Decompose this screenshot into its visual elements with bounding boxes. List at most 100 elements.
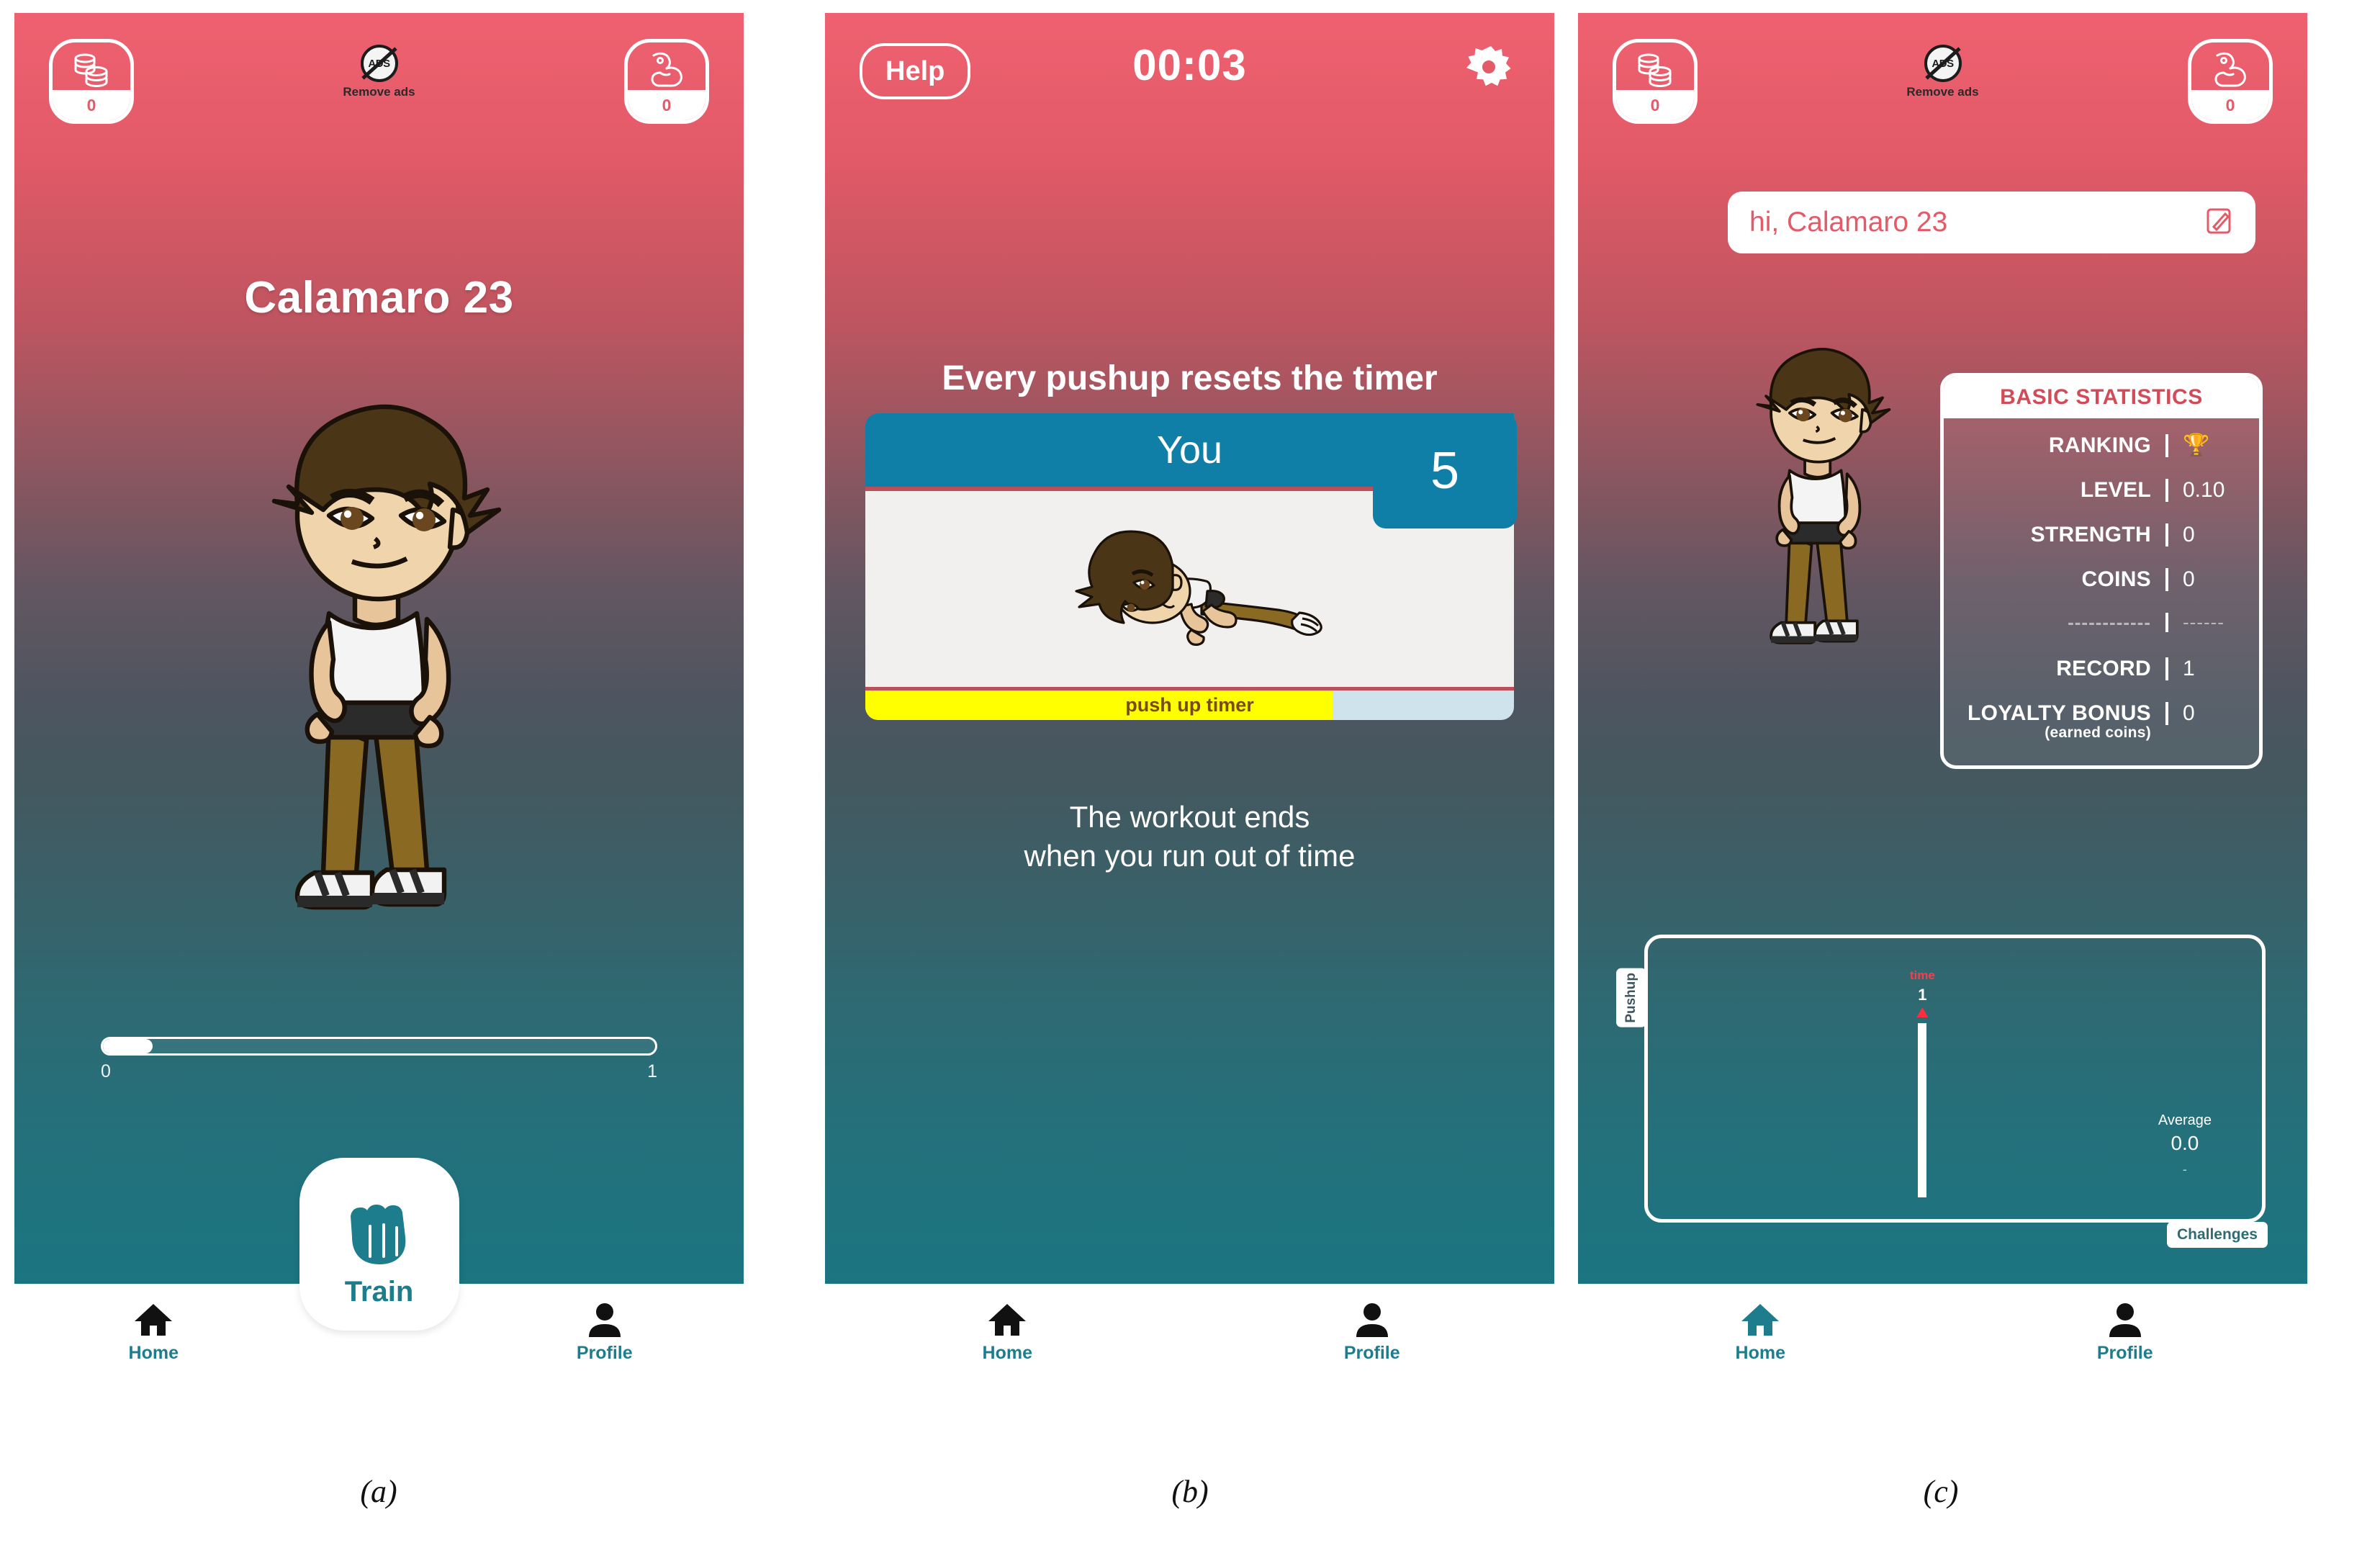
- workout-headline: Every pushup resets the timer: [942, 359, 1438, 397]
- chart-marker-icon: [1916, 1007, 1929, 1017]
- biceps-icon: [628, 42, 706, 97]
- workout-subcopy: The workout ends when you run out of tim…: [825, 798, 1554, 876]
- chart-tab-challenges[interactable]: Challenges: [2166, 1222, 2268, 1248]
- counter-header: You 5: [865, 413, 1517, 528]
- biceps-icon: [2191, 42, 2269, 97]
- chart-data-label: 1: [1918, 986, 1927, 1004]
- chart-plot-area: time 1 Average 0.0 -: [1648, 938, 2262, 1219]
- chart-average-value: 0.0: [2171, 1132, 2199, 1154]
- gear-icon: [1466, 46, 1511, 86]
- profile-icon: [588, 1303, 621, 1337]
- subcopy-line-1: The workout ends: [1069, 800, 1310, 834]
- stat-label-main: LOYALTY BONUS: [1967, 701, 2151, 725]
- stat-row-divider: ------------ ------: [1944, 611, 2259, 657]
- nav-item-home[interactable]: Home: [14, 1301, 293, 1364]
- stat-label: STRENGTH: [2030, 523, 2151, 546]
- bottom-navigation: Home Profile: [825, 1284, 1554, 1381]
- stats-title: BASIC STATISTICS: [1944, 377, 2259, 418]
- stat-row: COINS 0: [1944, 568, 2259, 613]
- train-button[interactable]: Train: [299, 1158, 459, 1331]
- greeting-text: hi, Calamaro 23: [1749, 207, 1948, 238]
- figure-caption-b: (b): [1171, 1474, 1209, 1509]
- coin-stack-icon: [53, 42, 130, 97]
- stat-label: LOYALTY BONUS (earned coins): [1944, 702, 2165, 741]
- stat-divider-left: ------------: [2068, 611, 2151, 633]
- subcopy-line-2: when you run out of time: [1024, 838, 1356, 873]
- character-avatar: [1722, 323, 1916, 683]
- settings-button[interactable]: [1465, 43, 1513, 94]
- progress-track[interactable]: [101, 1037, 657, 1056]
- character-avatar: [214, 366, 545, 971]
- chart-bar: [1918, 1023, 1927, 1197]
- stat-row: RECORD 1: [1944, 657, 2259, 702]
- home-icon: [1741, 1304, 1780, 1336]
- home-icon: [135, 1304, 173, 1336]
- workout-timer: 00:03: [1132, 41, 1247, 89]
- screen-workout: Help 00:03 Every pushup resets the timer…: [825, 13, 1554, 1381]
- coins-chip[interactable]: 0: [49, 39, 134, 124]
- pushup-chart: Pushup time 1 Average 0.0 - Challenges: [1616, 935, 2268, 1248]
- nav-label-home: Home: [1735, 1343, 1785, 1363]
- nav-item-home[interactable]: Home: [825, 1301, 1190, 1364]
- nav-label-profile: Profile: [576, 1343, 633, 1363]
- stat-label: RANKING: [2048, 433, 2151, 457]
- pushup-timer-caption: push up timer: [1125, 694, 1254, 716]
- nav-label-home: Home: [128, 1343, 179, 1363]
- nav-item-profile[interactable]: Profile: [466, 1301, 744, 1364]
- nav-label-home: Home: [982, 1343, 1032, 1363]
- profile-icon: [2109, 1303, 2141, 1337]
- stat-value: 0: [2165, 568, 2259, 591]
- hud-bar: 0 ADS Remove ads 0: [1578, 13, 2307, 179]
- stat-divider-right: ------: [2165, 612, 2259, 633]
- nav-label-profile: Profile: [1343, 1343, 1400, 1363]
- greeting-bar[interactable]: hi, Calamaro 23: [1728, 192, 2255, 253]
- strength-value: 0: [2191, 90, 2269, 120]
- home-icon: [988, 1304, 1027, 1336]
- coins-value: 0: [53, 90, 130, 120]
- coins-value: 0: [1616, 90, 1694, 120]
- character-pushup-pose: [1074, 530, 1322, 646]
- screen-profile: 0 ADS Remove ads 0 hi, Calamaro 23 BASIC…: [1578, 13, 2307, 1381]
- stat-row: LEVEL 0.10: [1944, 479, 2259, 523]
- remove-ads-button[interactable]: ADS Remove ads: [307, 45, 451, 99]
- chart-average-annotation: Average 0.0 -: [2158, 1112, 2212, 1177]
- nav-label-profile: Profile: [2096, 1343, 2153, 1363]
- edit-pencil-icon[interactable]: [2205, 207, 2234, 239]
- stats-rows: RANKING 🏆 LEVEL 0.10 STRENGTH 0 COINS 0 …: [1944, 418, 2259, 765]
- basic-statistics-card: BASIC STATISTICS RANKING 🏆 LEVEL 0.10 ST…: [1940, 373, 2263, 769]
- strength-chip[interactable]: 0: [2188, 39, 2273, 124]
- page-title: Calamaro 23: [244, 273, 514, 323]
- bottom-navigation: Home Profile: [1578, 1284, 2307, 1381]
- screen-home: 0 ADS Remove ads 0 Calamaro 23 0 1 Train…: [14, 13, 744, 1381]
- chart-bar-item: time 1: [1910, 968, 1935, 1197]
- stat-value: 0: [2165, 702, 2259, 725]
- pushup-counter-card: You 5 push up timer: [865, 413, 1517, 746]
- stat-value: 🏆: [2165, 434, 2259, 457]
- progress-labels: 0 1: [101, 1061, 657, 1082]
- remove-ads-label: Remove ads: [1906, 85, 1979, 99]
- chart-average-tick: -: [2182, 1162, 2187, 1177]
- chart-average-label: Average: [2158, 1112, 2212, 1128]
- coin-stack-icon: [1616, 42, 1694, 97]
- stat-label: LEVEL: [2080, 478, 2151, 502]
- level-progress: 0 1: [101, 1037, 657, 1082]
- ads-badge-text: ADS: [1932, 57, 1954, 70]
- remove-ads-label: Remove ads: [343, 85, 415, 99]
- nav-item-home[interactable]: Home: [1578, 1301, 1943, 1364]
- strength-chip[interactable]: 0: [624, 39, 709, 124]
- no-ads-icon: ADS: [360, 45, 398, 82]
- nav-item-profile[interactable]: Profile: [1190, 1301, 1555, 1364]
- chart-tab-pushup[interactable]: Pushup: [1616, 968, 1646, 1027]
- remove-ads-button[interactable]: ADS Remove ads: [1871, 45, 2015, 99]
- pushup-timer-bar: push up timer: [865, 687, 1514, 720]
- chart-x-label: time: [1909, 968, 1935, 982]
- figure-root: 0 ADS Remove ads 0 Calamaro 23 0 1 Train…: [0, 0, 2380, 1561]
- figure-caption-a: (a): [360, 1474, 397, 1509]
- coins-chip[interactable]: 0: [1613, 39, 1698, 124]
- stat-label-sub: (earned coins): [2045, 724, 2151, 741]
- counter-value: 5: [1373, 413, 1517, 528]
- progress-max-label: 1: [647, 1061, 657, 1081]
- nav-item-profile[interactable]: Profile: [1943, 1301, 2308, 1364]
- progress-min-label: 0: [101, 1061, 111, 1081]
- hud-bar: 0 ADS Remove ads 0: [14, 13, 744, 179]
